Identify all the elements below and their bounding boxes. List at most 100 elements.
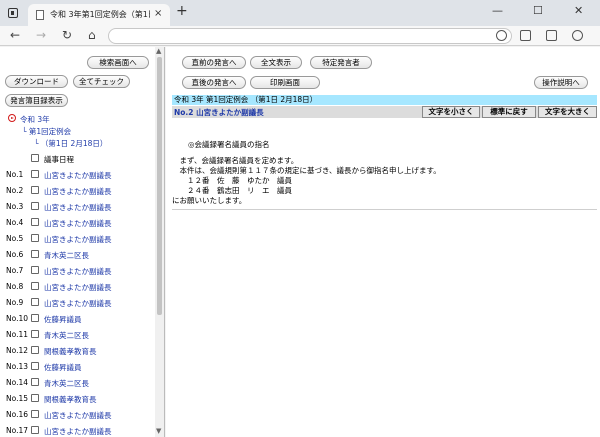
item-link[interactable]: 山宮きよたか副議長	[44, 170, 112, 181]
specific-speaker-button[interactable]: 特定発言者	[310, 56, 372, 69]
list-item: No.9 山宮きよたか副議長	[6, 297, 154, 309]
minimize-button[interactable]: —	[492, 4, 503, 17]
speaker-name: No.2 山宮きよたか副議長	[174, 108, 264, 117]
download-button[interactable]: ダウンロード	[5, 75, 68, 88]
item-checkbox[interactable]	[31, 346, 39, 354]
item-number: No.17	[6, 426, 28, 435]
font-small-button[interactable]: 文字を小さく	[422, 106, 480, 118]
item-number: No.3	[6, 202, 24, 211]
font-large-button[interactable]: 文字を大きく	[538, 106, 597, 118]
collections-icon[interactable]	[546, 30, 557, 41]
item-checkbox[interactable]	[31, 186, 39, 194]
divider	[172, 209, 597, 210]
item-number: No.9	[6, 298, 24, 307]
scroll-up-icon[interactable]: ▲	[156, 47, 161, 55]
item-checkbox[interactable]	[31, 218, 39, 226]
list-item: No.1 山宮きよたか副議長	[6, 169, 154, 181]
item-link[interactable]: 山宮きよたか副議長	[44, 282, 112, 293]
list-item: No.16 山宮きよたか副議長	[6, 409, 154, 421]
item-link[interactable]: 青木英二区長	[44, 330, 89, 341]
item-checkbox[interactable]	[31, 282, 39, 290]
font-reset-button[interactable]: 標準に戻す	[482, 106, 536, 118]
list-item: No.13 佐藤昇議員	[6, 361, 154, 373]
item-checkbox[interactable]	[31, 250, 39, 258]
item-link[interactable]: 関根義孝教育長	[44, 346, 97, 357]
left-pane: 検索画面へ ダウンロード 全てチェック 発言簿目録表示 令和 3年 └ 第1回定…	[0, 47, 165, 437]
item-checkbox[interactable]	[31, 362, 39, 370]
item-number: No.11	[6, 330, 28, 339]
scroll-thumb[interactable]	[157, 57, 162, 315]
item-checkbox[interactable]	[31, 378, 39, 386]
maximize-button[interactable]: ☐	[533, 4, 543, 17]
item-number: No.6	[6, 250, 24, 259]
active-tab[interactable]: 令和 3年第1回定例会（第1日 2月18日） ×	[28, 4, 170, 26]
full-text-button[interactable]: 全文表示	[250, 56, 302, 69]
list-item: No.10 佐藤昇議員	[6, 313, 154, 325]
item-number: No.7	[6, 266, 24, 275]
tab-close-icon[interactable]: ×	[154, 8, 162, 19]
agenda-label[interactable]: 議事日程	[44, 154, 74, 165]
item-checkbox[interactable]	[31, 266, 39, 274]
list-item: No.11 青木英二区長	[6, 329, 154, 341]
item-link[interactable]: 山宮きよたか副議長	[44, 426, 112, 437]
tree-year-link[interactable]: 令和 3年	[20, 114, 50, 125]
item-link[interactable]: 山宮きよたか副議長	[44, 266, 112, 277]
list-item: No.6 青木英二区長	[6, 249, 154, 261]
item-link[interactable]: 青木英二区長	[44, 378, 89, 389]
favorites-icon[interactable]	[520, 30, 531, 41]
item-checkbox[interactable]	[31, 170, 39, 178]
left-scrollbar[interactable]: ▲ ▼	[155, 47, 164, 437]
scroll-down-icon[interactable]: ▼	[156, 427, 161, 435]
address-bar[interactable]	[108, 28, 512, 44]
item-checkbox[interactable]	[31, 410, 39, 418]
prev-speech-button[interactable]: 直前の発言へ	[182, 56, 246, 69]
item-link[interactable]: 佐藤昇議員	[44, 362, 82, 373]
item-link[interactable]: 佐藤昇議員	[44, 314, 82, 325]
window-menu-icon[interactable]	[8, 8, 18, 18]
item-link[interactable]: 山宮きよたか副議長	[44, 218, 112, 229]
speech-heading: ◎会議録署名議員の指名	[188, 140, 270, 149]
reload-button[interactable]: ↻	[62, 28, 72, 42]
profile-icon[interactable]	[572, 30, 583, 41]
speaker-list-button[interactable]: 発言簿目録表示	[5, 94, 68, 107]
right-pane: 直前の発言へ 全文表示 特定発言者 直後の発言へ 印刷画面 操作説明へ 令和 3…	[166, 47, 600, 437]
item-link[interactable]: 山宮きよたか副議長	[44, 202, 112, 213]
tab-title: 令和 3年第1回定例会（第1日 2月18日）	[50, 10, 150, 19]
item-link[interactable]: 山宮きよたか副議長	[44, 298, 112, 309]
list-item: No.5 山宮きよたか副議長	[6, 233, 154, 245]
item-checkbox[interactable]	[31, 330, 39, 338]
list-item: No.8 山宮きよたか副議長	[6, 281, 154, 293]
help-button[interactable]: 操作説明へ	[534, 76, 588, 89]
item-checkbox[interactable]	[31, 202, 39, 210]
item-number: No.15	[6, 394, 28, 403]
item-link[interactable]: 山宮きよたか副議長	[44, 186, 112, 197]
speaker-bar: No.2 山宮きよたか副議長 文字を小さく 標準に戻す 文字を大きく	[172, 106, 597, 118]
item-link[interactable]: 青木英二区長	[44, 250, 89, 261]
item-checkbox[interactable]	[31, 234, 39, 242]
check-all-button[interactable]: 全てチェック	[73, 75, 130, 88]
forward-button[interactable]: →	[36, 28, 46, 42]
item-checkbox[interactable]	[31, 314, 39, 322]
item-checkbox[interactable]	[31, 298, 39, 306]
close-window-button[interactable]: ✕	[574, 4, 583, 17]
tree-day-link[interactable]: └ （第1日 2月18日）	[34, 138, 107, 149]
agenda-checkbox[interactable]	[31, 154, 39, 162]
item-link[interactable]: 山宮きよたか副議長	[44, 410, 112, 421]
item-checkbox[interactable]	[31, 426, 39, 434]
print-button[interactable]: 印刷画面	[250, 76, 320, 89]
favorite-star-icon[interactable]	[496, 30, 507, 41]
home-button[interactable]: ⌂	[88, 28, 96, 42]
list-item: No.15 関根義孝教育長	[6, 393, 154, 405]
item-link[interactable]: 関根義孝教育長	[44, 394, 97, 405]
page-favicon-icon	[36, 10, 44, 20]
back-button[interactable]: ←	[10, 28, 20, 42]
search-screen-button[interactable]: 検索画面へ	[87, 56, 149, 69]
tree-session-link[interactable]: └ 第1回定例会	[22, 126, 71, 137]
new-tab-button[interactable]: +	[176, 3, 188, 19]
next-speech-button[interactable]: 直後の発言へ	[182, 76, 246, 89]
item-number: No.4	[6, 218, 24, 227]
item-checkbox[interactable]	[31, 394, 39, 402]
list-item: No.4 山宮きよたか副議長	[6, 217, 154, 229]
list-item: No.7 山宮きよたか副議長	[6, 265, 154, 277]
item-link[interactable]: 山宮きよたか副議長	[44, 234, 112, 245]
